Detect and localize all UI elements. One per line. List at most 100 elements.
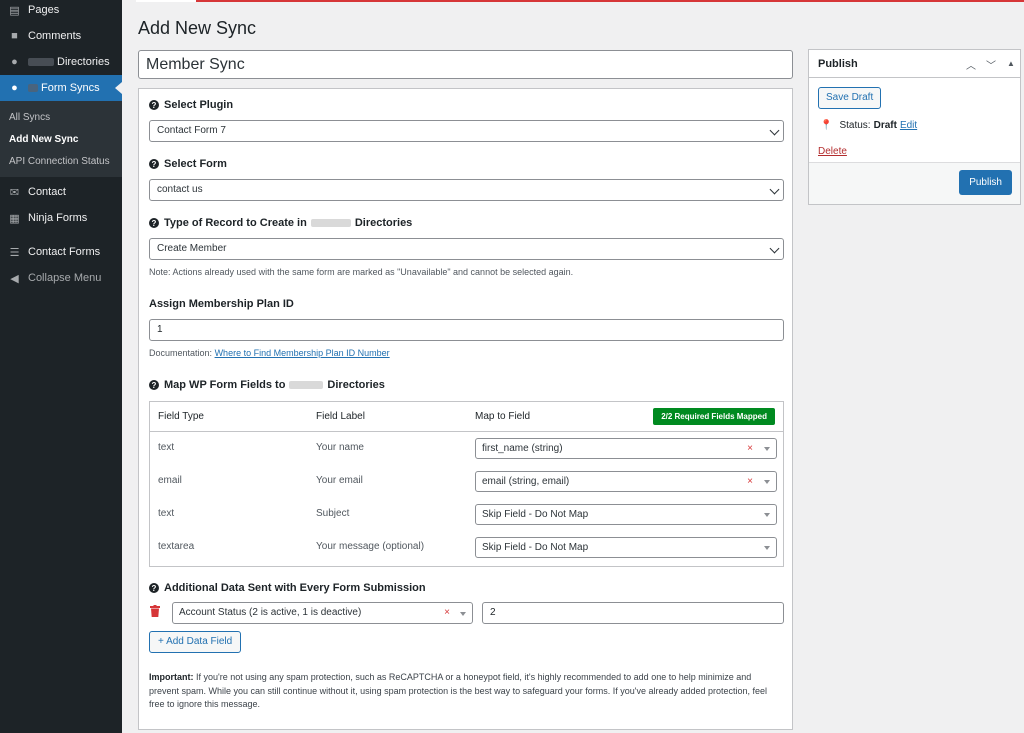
submenu-add-new-sync[interactable]: Add New Sync <box>0 129 122 151</box>
field-type: text <box>158 508 175 519</box>
documentation-note: Documentation: Where to Find Membership … <box>149 348 390 358</box>
clear-icon[interactable]: × <box>747 472 753 491</box>
chevron-down-icon <box>769 243 780 254</box>
label-text: Additional Data Sent with Every Form Sub… <box>164 582 426 594</box>
comments-icon: ■ <box>11 30 18 42</box>
field-type: textarea <box>158 541 195 552</box>
help-icon: ? <box>149 100 159 110</box>
sidebar-item-form-syncs[interactable]: ● Form Syncs <box>0 75 122 101</box>
map-field-select[interactable]: Skip Field - Do Not Map <box>475 504 777 525</box>
sidebar-item-label: Pages <box>28 4 60 16</box>
redacted-text <box>28 58 54 66</box>
add-data-field-button[interactable]: + Add Data Field <box>149 631 242 653</box>
select-value: contact us <box>157 184 203 195</box>
chevron-up-icon[interactable]: ︿ <box>966 57 976 72</box>
sidebar-item-label: Directories <box>57 56 110 68</box>
sidebar-item-label: Contact Forms <box>28 246 101 258</box>
dropdown-arrow-icon <box>764 480 770 484</box>
spam-protection-notice: Important: If you're not using any spam … <box>149 671 779 712</box>
additional-data-label: ? Additional Data Sent with Every Form S… <box>149 582 426 594</box>
sidebar-item-contact[interactable]: ✉ Contact <box>0 179 122 205</box>
form-select[interactable]: contact us <box>149 179 784 201</box>
select-value: Skip Field - Do Not Map <box>482 542 589 553</box>
lightbulb-icon: ● <box>11 82 18 94</box>
notice-title: Important: <box>149 672 194 682</box>
help-icon: ? <box>149 380 159 390</box>
delete-link[interactable]: Delete <box>818 146 847 157</box>
sidebar-collapse-menu[interactable]: ◀ Collapse Menu <box>0 265 122 291</box>
sidebar-item-contact-forms[interactable]: ☰ Contact Forms <box>0 239 122 265</box>
chevron-down-icon[interactable]: ﹀ <box>986 57 996 72</box>
membership-plan-label: Assign Membership Plan ID <box>149 298 294 310</box>
clear-icon[interactable]: × <box>747 439 753 458</box>
field-label: Your message (optional) <box>316 541 425 552</box>
edit-status-link[interactable]: Edit <box>900 120 917 131</box>
table-row: text Subject Skip Field - Do Not Map <box>150 498 783 531</box>
publish-header: Publish ︿ ﹀ ▲ <box>809 50 1020 78</box>
record-note: Note: Actions already used with the same… <box>149 267 574 277</box>
dropdown-arrow-icon <box>764 546 770 550</box>
field-label: Your email <box>316 475 363 486</box>
sidebar-item-pages[interactable]: ▤ Pages <box>0 0 122 23</box>
plugin-select[interactable]: Contact Form 7 <box>149 120 784 142</box>
sidebar-submenu: All Syncs Add New Sync API Connection St… <box>0 101 122 177</box>
chevron-down-icon <box>769 184 780 195</box>
help-icon: ? <box>149 583 159 593</box>
map-field-select[interactable]: email (string, email) × <box>475 471 777 492</box>
membership-plan-input[interactable]: 1 <box>149 319 784 341</box>
post-status: 📍 Status: Draft Edit <box>820 120 917 131</box>
redacted-text <box>310 219 351 227</box>
top-accent-line <box>136 0 1024 2</box>
table-row: textarea Your message (optional) Skip Fi… <box>150 531 783 564</box>
field-label: Your name <box>316 442 364 453</box>
chevron-down-icon <box>769 125 780 136</box>
publish-button[interactable]: Publish <box>959 170 1012 195</box>
trash-icon[interactable] <box>150 605 160 617</box>
select-value: email (string, email) <box>482 476 570 487</box>
select-value: Account Status (2 is active, 1 is deacti… <box>179 607 362 618</box>
sidebar-item-label: Contact <box>28 186 66 198</box>
submenu-all-syncs[interactable]: All Syncs <box>0 107 122 129</box>
additional-value-input[interactable]: 2 <box>482 602 784 624</box>
map-field-select[interactable]: first_name (string) × <box>475 438 777 459</box>
sidebar-item-label: Collapse Menu <box>28 272 102 284</box>
sidebar-item-comments[interactable]: ■ Comments <box>0 23 122 49</box>
field-label: Subject <box>316 508 350 519</box>
label-text: Select Plugin <box>164 99 234 111</box>
help-icon: ? <box>149 159 159 169</box>
record-type-select[interactable]: Create Member <box>149 238 784 260</box>
sidebar-item-ninja-forms[interactable]: ▦ Ninja Forms <box>0 205 122 231</box>
clear-icon[interactable]: × <box>444 603 450 623</box>
pages-icon: ▤ <box>9 4 20 17</box>
map-field-select[interactable]: Skip Field - Do Not Map <box>475 537 777 558</box>
toggle-arrow-icon[interactable]: ▲ <box>1007 59 1015 68</box>
field-type: email <box>158 475 182 486</box>
header-map-to-field: Map to Field <box>475 411 531 422</box>
dropdown-arrow-icon <box>764 513 770 517</box>
required-fields-badge: 2/2 Required Fields Mapped <box>653 408 775 425</box>
redacted-text <box>289 381 324 389</box>
post-title-input[interactable]: Member Sync <box>138 50 793 79</box>
label-text: Map WP Form Fields to <box>164 379 286 391</box>
notice-text: If you're not using any spam protection,… <box>149 672 768 709</box>
sidebar-item-label: Comments <box>28 30 82 42</box>
select-value: first_name (string) <box>482 443 563 454</box>
label-text: Type of Record to Create in <box>164 217 307 229</box>
additional-field-select[interactable]: Account Status (2 is active, 1 is deacti… <box>172 602 473 624</box>
select-value: Create Member <box>157 243 227 254</box>
mail-icon: ✉ <box>9 186 20 199</box>
select-form-label: ? Select Form <box>149 158 227 170</box>
dropdown-arrow-icon <box>764 447 770 451</box>
submenu-api-connection-status[interactable]: API Connection Status <box>0 151 122 173</box>
publish-box: Publish ︿ ﹀ ▲ Save Draft 📍 Status: Draft… <box>808 49 1021 205</box>
table-row: email Your email email (string, email) × <box>150 465 783 498</box>
admin-sidebar: ▤ Pages ■ Comments ● Directories ● Form … <box>0 0 122 733</box>
sidebar-item-directories[interactable]: ● Directories <box>0 49 122 75</box>
page-title: Add New Sync <box>138 18 257 38</box>
select-value: Contact Form 7 <box>157 125 226 136</box>
table-header: Field Type Field Label Map to Field 2/2 … <box>150 402 783 432</box>
documentation-link[interactable]: Where to Find Membership Plan ID Number <box>215 348 390 358</box>
save-draft-button[interactable]: Save Draft <box>818 87 882 109</box>
form-icon: ▦ <box>9 212 20 225</box>
header-field-type: Field Type <box>158 411 204 422</box>
